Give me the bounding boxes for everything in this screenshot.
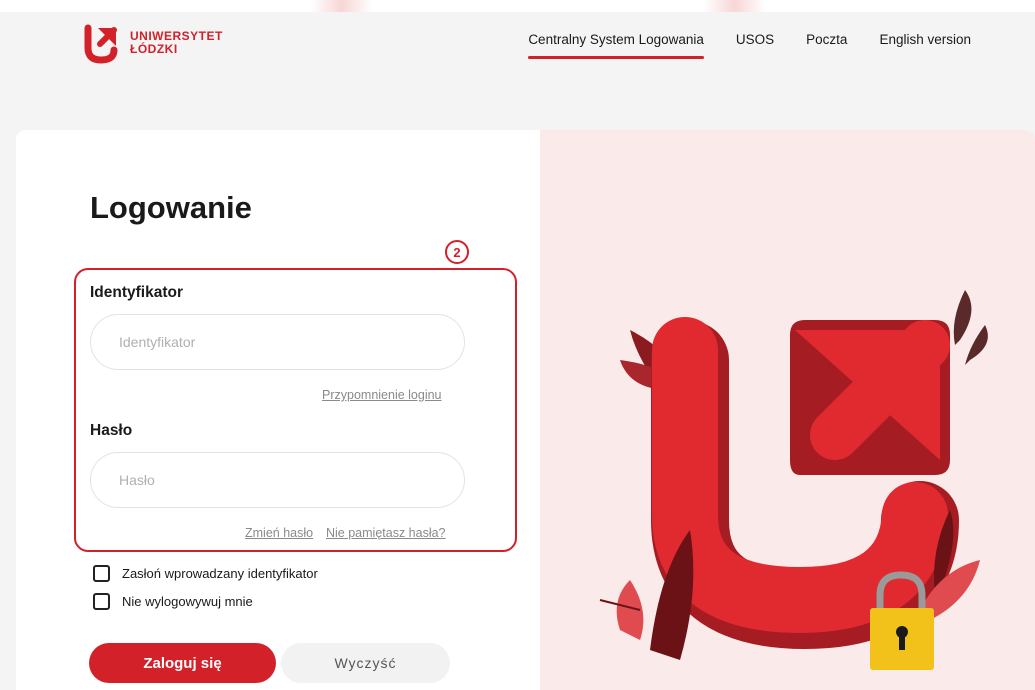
leaf-right-icon — [953, 290, 988, 365]
nav-usos[interactable]: USOS — [736, 32, 774, 59]
change-password-link[interactable]: Zmień hasło — [245, 526, 313, 540]
identifier-label: Identyfikator — [90, 284, 184, 301]
password-input[interactable] — [90, 452, 465, 508]
mask-identifier-checkbox[interactable] — [93, 565, 110, 582]
big-u-arrow-icon — [651, 317, 959, 650]
callout-number-badge: 2 — [445, 240, 469, 264]
header: UNIWERSYTET ŁÓDZKI Centralny System Logo… — [0, 12, 1035, 82]
logo-text: UNIWERSYTET ŁÓDZKI — [130, 30, 223, 56]
nav-central-login[interactable]: Centralny System Logowania — [528, 32, 704, 59]
page-title: Logowanie — [90, 190, 252, 225]
login-button[interactable]: Zaloguj się — [89, 643, 276, 683]
mask-identifier-label: Zasłoń wprowadzany identyfikator — [122, 566, 318, 581]
stay-logged-label: Nie wylogowywuj mnie — [122, 594, 253, 609]
illustration-panel — [540, 130, 1035, 690]
stay-logged-row[interactable]: Nie wylogowywuj mnie — [93, 593, 253, 610]
clear-button[interactable]: Wyczyść — [281, 643, 450, 683]
mask-identifier-row[interactable]: Zasłoń wprowadzany identyfikator — [93, 565, 318, 582]
callout-highlight — [74, 268, 517, 552]
identifier-input[interactable] — [90, 314, 465, 370]
remind-login-link[interactable]: Przypomnienie loginu — [322, 388, 442, 402]
password-label: Hasło — [90, 422, 133, 439]
stay-logged-checkbox[interactable] — [93, 593, 110, 610]
logo-line-2: ŁÓDZKI — [130, 42, 178, 56]
university-logo[interactable]: UNIWERSYTET ŁÓDZKI — [80, 22, 223, 64]
forgot-password-link[interactable]: Nie pamiętasz hasła? — [326, 526, 446, 540]
nav-poczta[interactable]: Poczta — [806, 32, 847, 59]
nav-english-version[interactable]: English version — [879, 32, 971, 59]
plant-bottom-left-icon — [599, 530, 694, 660]
top-strip — [0, 0, 1035, 12]
top-nav: Centralny System Logowania USOS Poczta E… — [528, 32, 971, 59]
logo-arrow-icon — [84, 24, 118, 64]
illustration — [599, 290, 988, 670]
